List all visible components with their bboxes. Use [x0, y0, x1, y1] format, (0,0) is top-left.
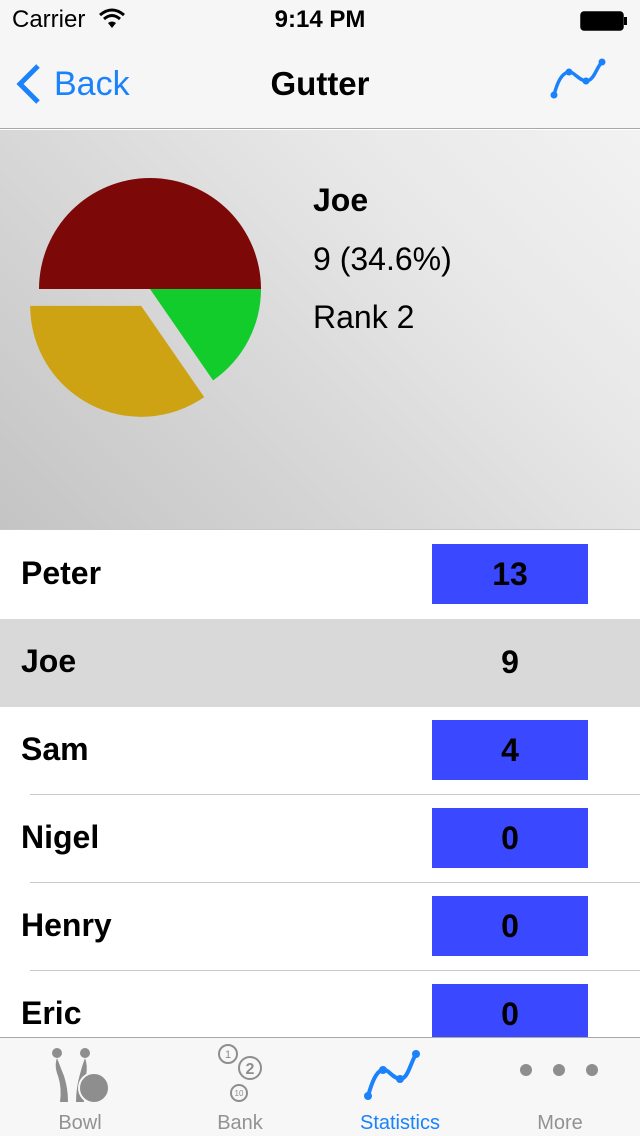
player-row[interactable]: Peter 13 [0, 531, 640, 619]
line-chart-icon[interactable] [548, 54, 612, 102]
player-row[interactable]: Nigel 0 [0, 795, 640, 883]
player-name: Peter [21, 555, 102, 591]
player-name: Sam [21, 731, 89, 767]
pie-slice-peter[interactable] [39, 178, 261, 289]
player-list[interactable]: Peter 13 Joe 9 Sam 4 Nigel 0 Henry 0 Eric 0 [0, 531, 640, 1037]
selected-player-rank: Rank 2 [313, 299, 415, 335]
svg-text:1: 1 [225, 1049, 231, 1061]
selected-player-name: Joe [313, 182, 369, 218]
player-row[interactable]: Sam 4 [0, 707, 640, 795]
player-name: Eric [21, 995, 82, 1031]
line-chart-icon [364, 1050, 420, 1100]
tab-bowl[interactable]: Bowl [0, 1038, 160, 1136]
tab-label: Bank [217, 1112, 263, 1134]
page-title: Gutter [270, 65, 370, 102]
selected-player-value: 9 (34.6%) [313, 241, 452, 277]
player-name: Joe [21, 643, 77, 679]
player-value: 13 [432, 544, 588, 604]
coins-icon: 1 2 10 [218, 1044, 262, 1102]
tab-statistics[interactable]: Statistics [320, 1038, 480, 1136]
status-bar: Carrier 9:14 PM [0, 0, 640, 40]
navigation-bar: Back Gutter [0, 40, 640, 129]
player-row[interactable]: Joe 9 [0, 619, 640, 707]
player-name: Henry [21, 907, 112, 943]
tab-label: Statistics [359, 1112, 441, 1134]
bowling-pins-icon [52, 1048, 110, 1104]
player-name: Nigel [21, 819, 100, 855]
tab-label: More [537, 1112, 583, 1134]
player-value: 0 [432, 896, 588, 956]
pie-chart[interactable] [0, 130, 300, 530]
battery-full-icon [580, 11, 627, 31]
player-value: 9 [501, 643, 519, 680]
player-row[interactable]: Eric 0 [0, 971, 640, 1037]
chart-panel: Joe 9 (34.6%) Rank 2 [0, 130, 640, 530]
player-value: 0 [432, 808, 588, 868]
tab-label: Bowl [58, 1112, 102, 1134]
tab-bank[interactable]: 1 2 10 Bank [160, 1038, 320, 1136]
status-time: 9:14 PM [274, 6, 366, 33]
tab-more[interactable]: More [480, 1038, 640, 1136]
player-row[interactable]: Henry 0 [0, 883, 640, 971]
svg-text:10: 10 [235, 1089, 244, 1098]
player-value: 0 [432, 984, 588, 1037]
player-value: 4 [432, 720, 588, 780]
svg-text:2: 2 [246, 1061, 255, 1078]
more-dots-icon [520, 1064, 598, 1076]
tab-bar: Bowl 1 2 10 Bank Statistics More [0, 1037, 640, 1136]
